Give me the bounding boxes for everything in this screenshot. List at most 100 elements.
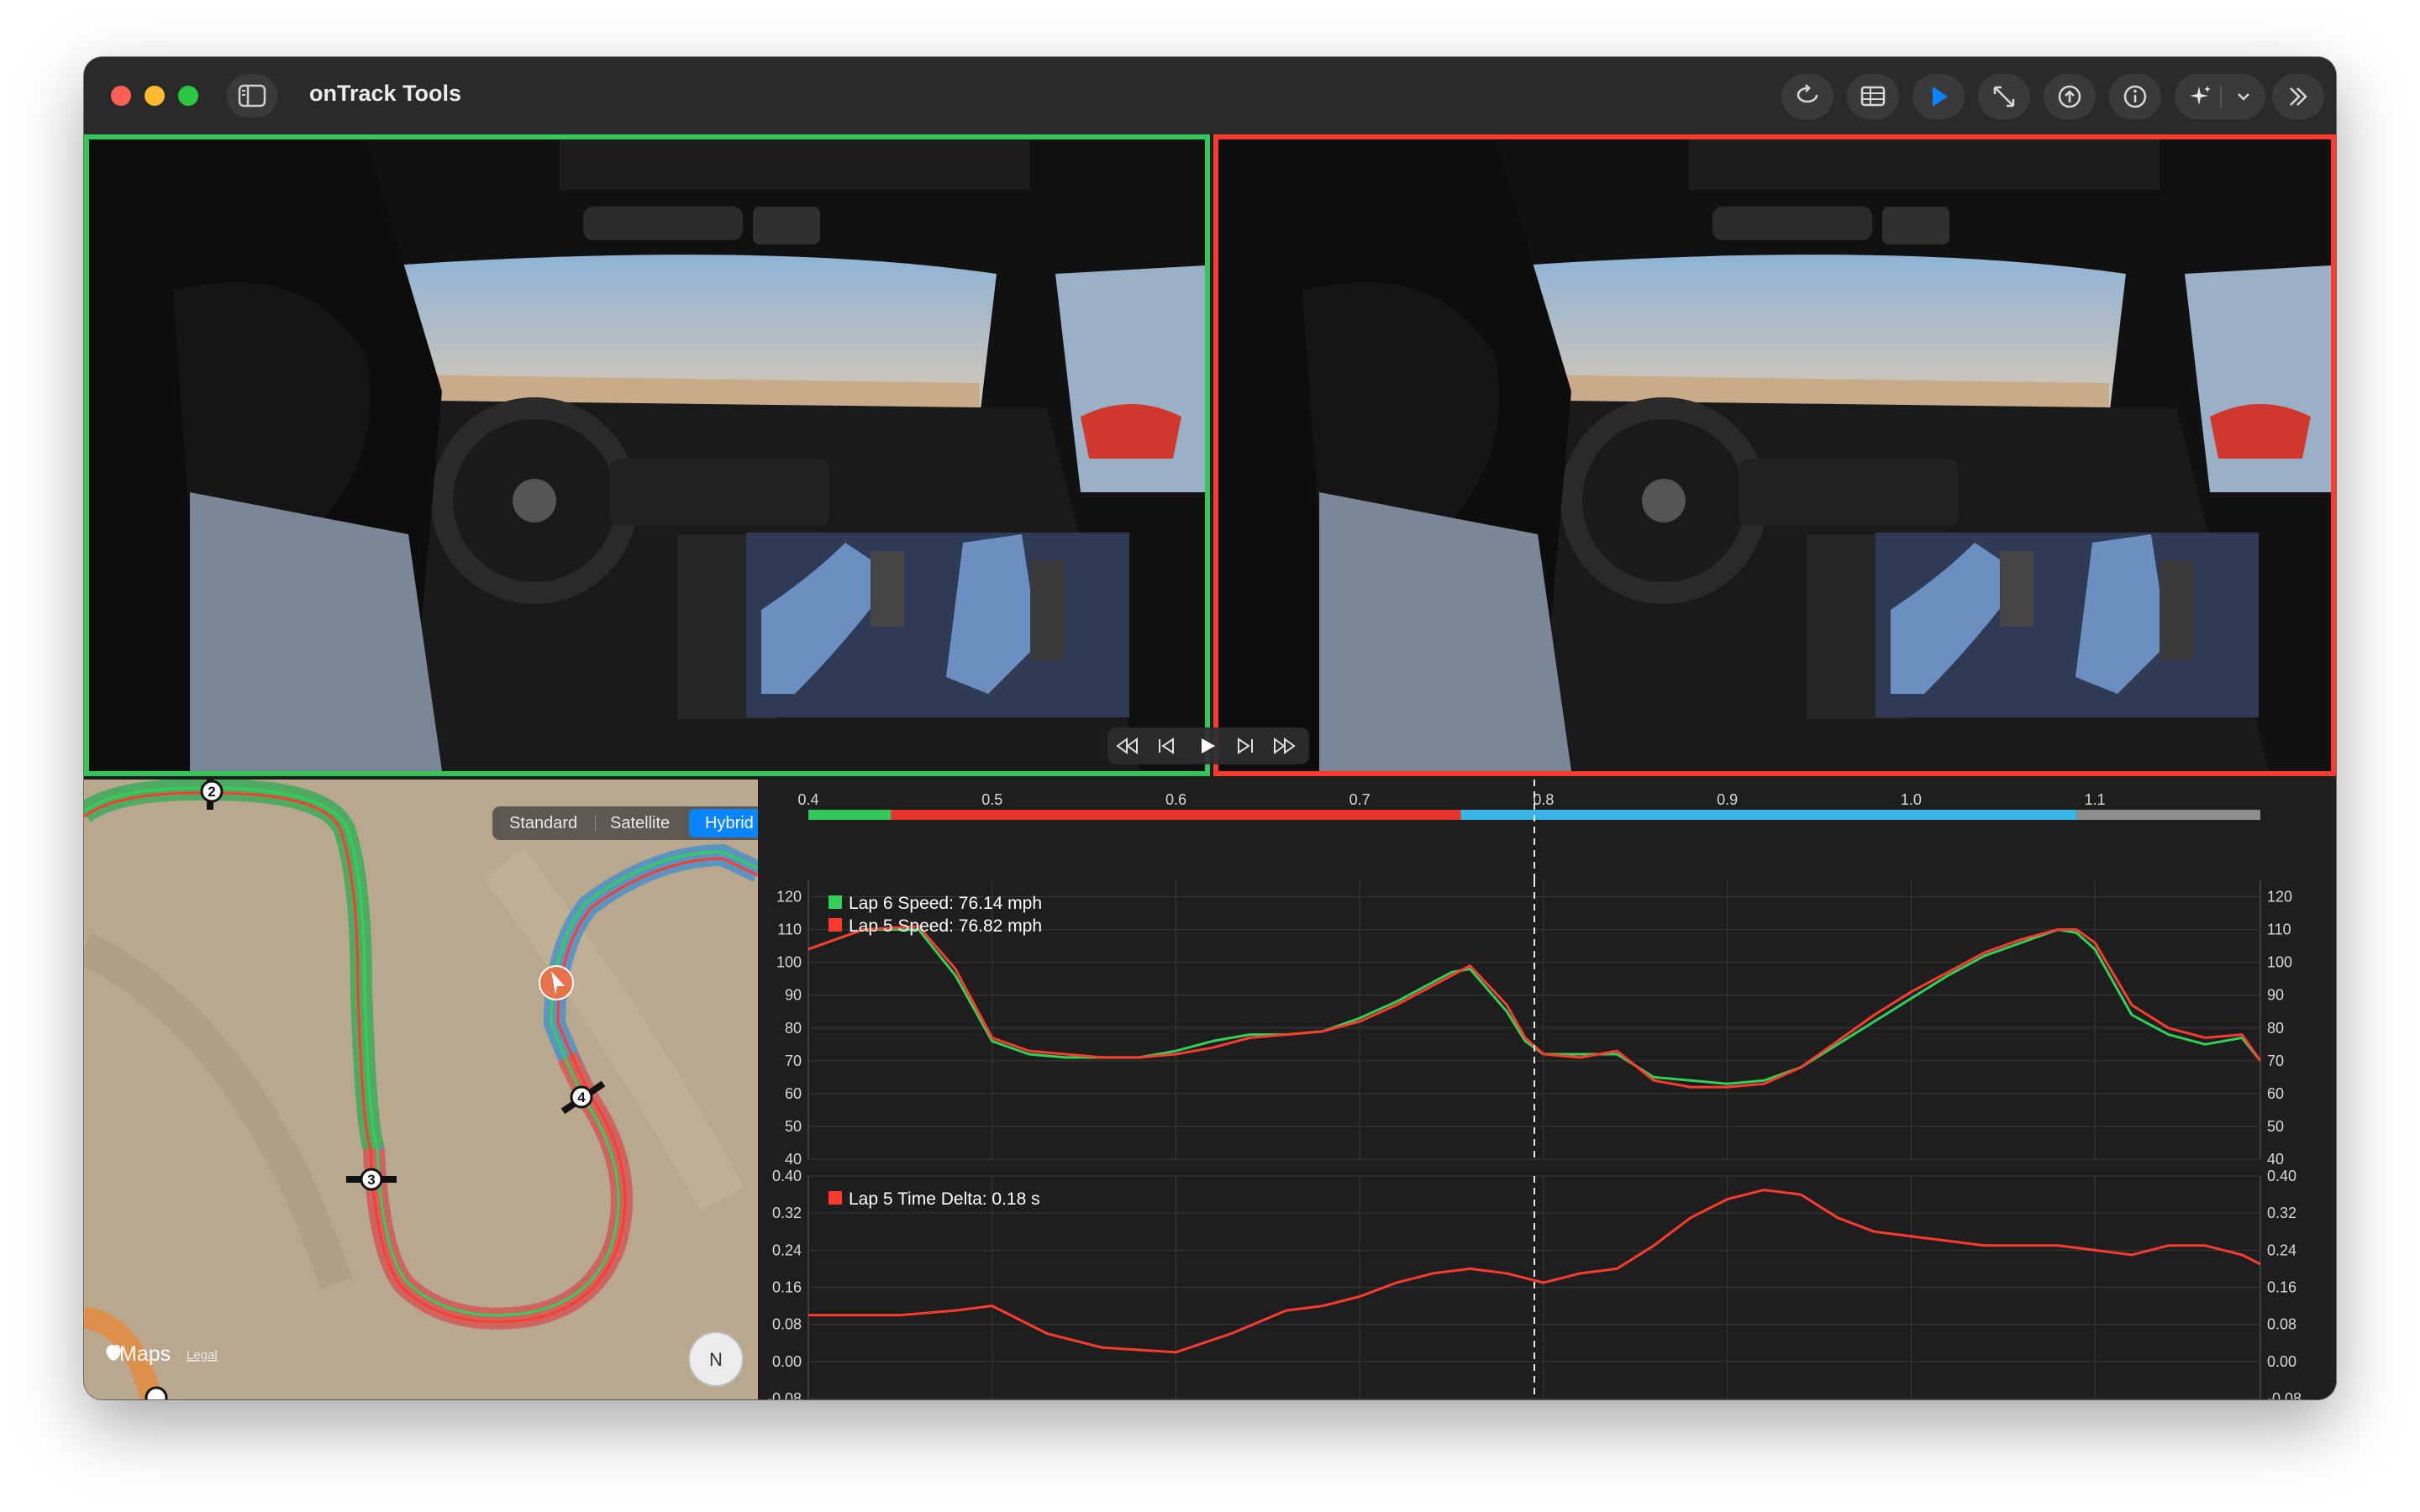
- telemetry-chart-svg: 0.4 0.5 0.6 0.7 0.8 0.9 1.0 1.1 40 40 50 50 60 60 70 70…: [767, 780, 2302, 1399]
- segment-divider: [595, 815, 596, 832]
- sync-icon: [2058, 85, 2081, 108]
- x-tick-label: 0.7: [1349, 791, 1370, 808]
- legend-swatch: [829, 895, 842, 909]
- resize-button[interactable]: [1978, 74, 2030, 119]
- skip-back-icon[interactable]: [1116, 736, 1141, 756]
- y-tick-label-left: 0.08: [772, 1316, 802, 1333]
- close-window-button[interactable]: [111, 86, 131, 106]
- table-button[interactable]: [1847, 74, 1899, 119]
- y-tick-label-left: 60: [785, 1085, 802, 1102]
- y-tick-label-right: 70: [2267, 1053, 2284, 1069]
- info-button[interactable]: [2109, 74, 2161, 119]
- sector-bar-segment: [891, 810, 1461, 820]
- y-tick-label-left: 40: [785, 1151, 802, 1168]
- legend-entry: Lap 5 Time Delta: 0.18 s: [849, 1189, 1040, 1209]
- y-tick-label-left: 50: [785, 1118, 802, 1135]
- compass-label: N: [709, 1349, 723, 1370]
- maps-brand: Maps: [119, 1342, 171, 1366]
- chevron-double-right-icon: [2290, 87, 2307, 106]
- more-toolbar-button[interactable]: [2272, 74, 2324, 119]
- play-icon: [1933, 87, 1948, 107]
- map-mode-control: Standard Satellite Hybrid: [492, 806, 776, 840]
- y-tick-label-left: 0.40: [772, 1168, 802, 1184]
- x-tick-label: 1.0: [1901, 791, 1922, 808]
- legend-swatch: [829, 918, 842, 932]
- minimize-window-button[interactable]: [145, 86, 165, 106]
- step-forward-icon[interactable]: [1234, 736, 1259, 756]
- step-back-icon[interactable]: [1155, 736, 1180, 756]
- y-tick-label-left: 110: [777, 921, 802, 938]
- menu-divider: [2220, 86, 2222, 108]
- y-tick-label-left: 120: [776, 889, 802, 906]
- map-mode-satellite[interactable]: Satellite: [610, 814, 670, 833]
- x-tick-label: 0.6: [1165, 791, 1186, 808]
- play-toggle-button[interactable]: [1912, 74, 1965, 119]
- table-icon: [1860, 86, 1886, 107]
- x-tick-label: 0.8: [1533, 791, 1554, 808]
- onboard-camera-scene: [89, 139, 1205, 771]
- y-tick-label-left: 80: [785, 1020, 802, 1037]
- y-tick-label-right: 0.32: [2267, 1205, 2296, 1221]
- legend-swatch: [829, 1191, 842, 1205]
- y-tick-label-right: 100: [2267, 954, 2292, 971]
- x-tick-label: 0.4: [797, 791, 818, 808]
- y-tick-label-right: 0.40: [2267, 1168, 2296, 1184]
- x-tick-label: 0.9: [1717, 791, 1738, 808]
- y-tick-label-right: 40: [2267, 1151, 2284, 1168]
- sector-bar-segment: [808, 810, 892, 820]
- track-map[interactable]: 2 3 4 N Maps Legal: [84, 780, 758, 1399]
- y-tick-label-left: -0.08: [767, 1390, 802, 1399]
- loop-button[interactable]: [1781, 74, 1833, 119]
- sync-button[interactable]: [2044, 74, 2096, 119]
- y-tick-label-right: 80: [2267, 1020, 2284, 1037]
- loop-icon: [1797, 84, 1818, 103]
- chevron-down-icon: [2238, 93, 2249, 101]
- y-tick-label-right: 110: [2267, 921, 2291, 938]
- sector-bar-segment: [2076, 810, 2260, 820]
- video-right-lap5[interactable]: [1213, 134, 2336, 776]
- y-tick-label-left: 90: [785, 987, 802, 1004]
- playback-controls: [1107, 727, 1309, 764]
- satellite-map: 2 3 4 N Maps Legal: [84, 780, 758, 1399]
- y-tick-label-left: 0.16: [772, 1279, 802, 1296]
- info-icon: [2123, 85, 2147, 108]
- onboard-camera-scene: [1218, 139, 2331, 771]
- y-tick-label-right: 0.08: [2267, 1316, 2296, 1333]
- turn-marker-2-label: 2: [208, 784, 215, 800]
- turn-marker-4-label: 4: [577, 1089, 586, 1105]
- y-tick-label-left: 70: [785, 1053, 802, 1069]
- window-title: onTrack Tools: [309, 81, 462, 106]
- x-tick-label: 1.1: [2085, 791, 2106, 808]
- map-mode-hybrid-label: Hybrid: [705, 814, 754, 832]
- y-tick-label-right: -0.08: [2267, 1390, 2302, 1399]
- y-tick-label-right: 0.16: [2267, 1279, 2296, 1296]
- y-tick-label-right: 50: [2267, 1118, 2284, 1135]
- telemetry-charts[interactable]: 0.4 0.5 0.6 0.7 0.8 0.9 1.0 1.1 40 40 50 50 60 60 70 70…: [758, 780, 2336, 1399]
- y-tick-label-left: 100: [776, 954, 802, 971]
- y-tick-label-right: 60: [2267, 1085, 2284, 1102]
- play-icon[interactable]: [1195, 736, 1220, 756]
- y-tick-label-left: 0.00: [772, 1353, 802, 1370]
- y-tick-label-right: 0.24: [2267, 1242, 2296, 1258]
- video-left-lap6[interactable]: [84, 134, 1210, 776]
- app-window: onTrack Tools 2 3 4 N Maps Legal Standar…: [84, 57, 2336, 1399]
- legal-link[interactable]: Legal: [187, 1348, 218, 1362]
- map-mode-standard[interactable]: Standard: [509, 814, 577, 833]
- turn-marker-3-label: 3: [367, 1172, 375, 1188]
- legend-entry: Lap 6 Speed: 76.14 mph: [849, 894, 1042, 913]
- y-tick-label-left: 0.32: [772, 1205, 802, 1221]
- titlebar: onTrack Tools: [84, 57, 2336, 134]
- legend-entry: Lap 5 Speed: 76.82 mph: [849, 916, 1042, 936]
- sidebar-icon: [238, 84, 266, 108]
- x-tick-label: 0.5: [981, 791, 1002, 808]
- resize-icon: [1993, 86, 2015, 108]
- toggle-sidebar-button[interactable]: [227, 74, 277, 118]
- zoom-window-button[interactable]: [178, 86, 198, 106]
- y-tick-label-right: 90: [2267, 987, 2284, 1004]
- sparkle-icon: [2190, 86, 2211, 105]
- skip-forward-icon[interactable]: [1272, 736, 1297, 756]
- magic-menu-button[interactable]: [2175, 74, 2265, 119]
- sector-bar-segment: [1460, 810, 2077, 820]
- y-tick-label-right: 0.00: [2267, 1353, 2296, 1370]
- y-tick-label-right: 120: [2267, 889, 2292, 906]
